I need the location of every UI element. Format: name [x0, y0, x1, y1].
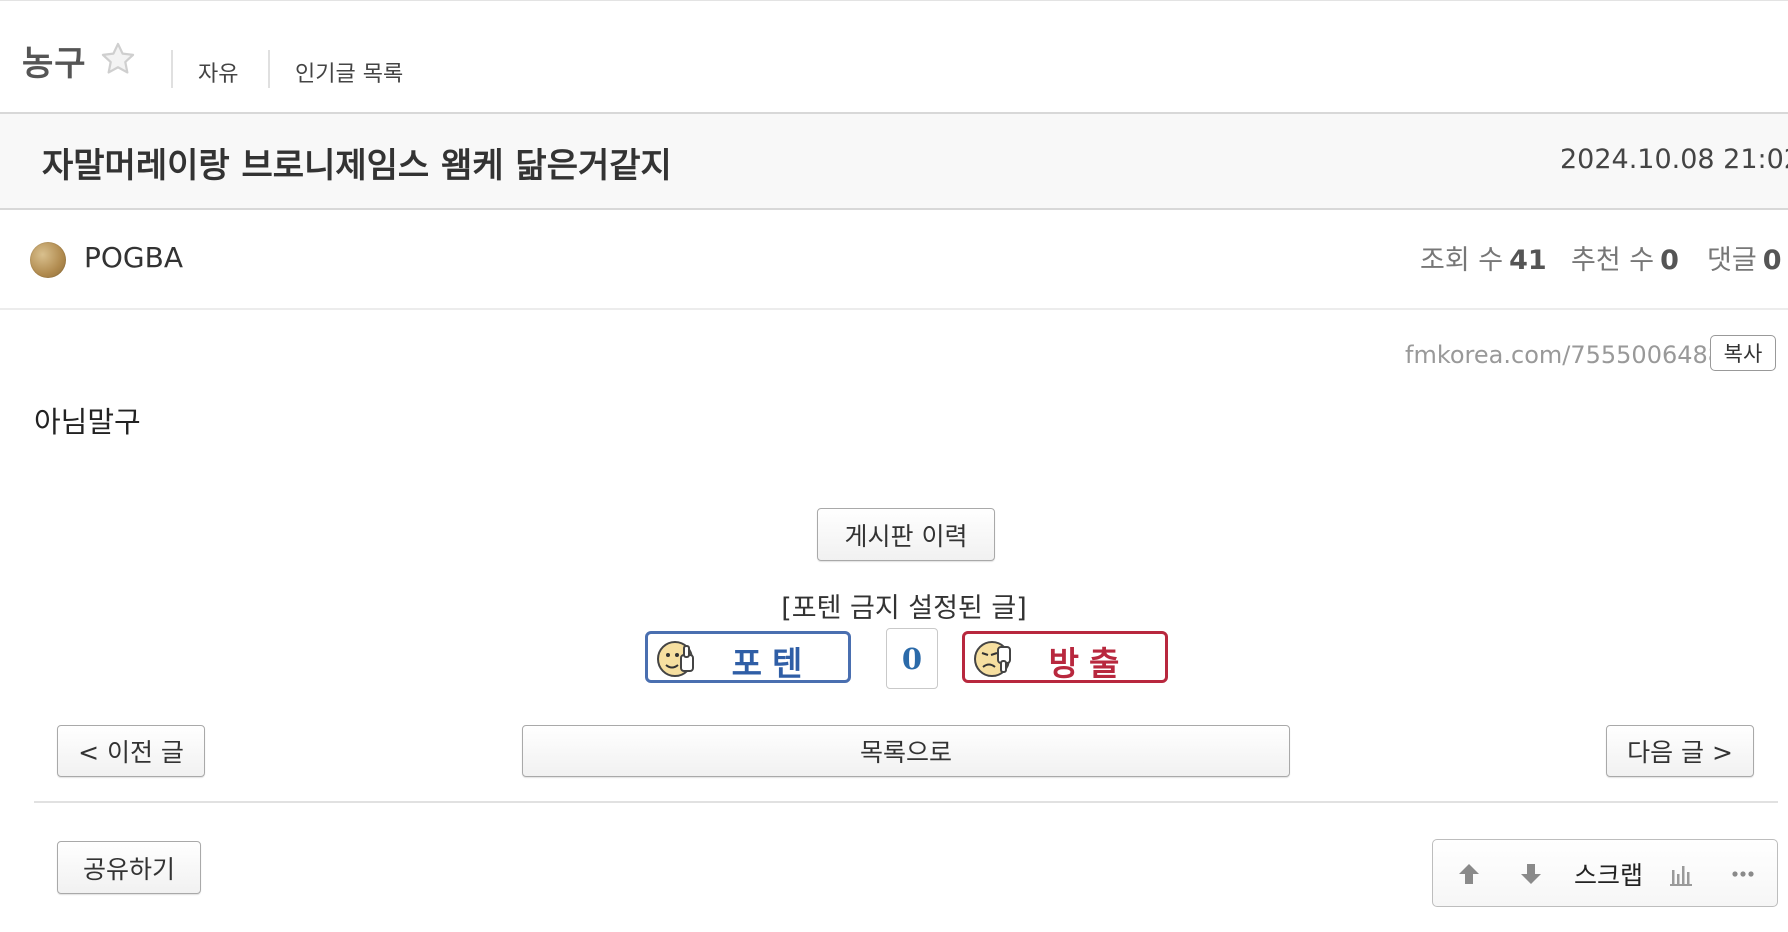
share-button[interactable]: 공유하기: [57, 841, 201, 894]
star-outline-icon[interactable]: [99, 40, 137, 78]
arrow-up-icon[interactable]: [1455, 860, 1483, 888]
prev-post-button[interactable]: < 이전 글: [57, 725, 205, 777]
divider: [34, 801, 1778, 803]
post-content: 아님말구: [34, 405, 141, 439]
post-url[interactable]: fmkorea.com/7555006488: [1405, 341, 1723, 369]
post-title: 자말머레이랑 브로니제임스 왬케 닮은거같지: [42, 146, 672, 186]
avatar[interactable]: [30, 242, 66, 278]
potenban-notice: [포텐 금지 설정된 글]: [781, 593, 1027, 624]
board-history-button[interactable]: 게시판 이력: [817, 508, 995, 561]
comment-count: 댓글 0: [1707, 238, 1781, 277]
bar-chart-icon[interactable]: [1667, 860, 1695, 888]
list-button[interactable]: 목록으로: [522, 725, 1290, 777]
recommend-count: 추천 수0: [1571, 238, 1679, 277]
scrap-button[interactable]: 스크랩: [1574, 856, 1643, 892]
downvote-button[interactable]: 방출: [962, 631, 1168, 683]
author-name[interactable]: POGBA: [84, 241, 183, 274]
post-tools: 스크랩: [1432, 839, 1778, 907]
more-dots-icon[interactable]: [1729, 860, 1757, 888]
board-link-free[interactable]: 자유: [198, 56, 238, 88]
arrow-down-icon[interactable]: [1517, 860, 1545, 888]
upvote-label: 포텐: [731, 644, 813, 683]
recommend-count-label: 추천 수: [1571, 245, 1655, 276]
copy-button[interactable]: 복사: [1710, 335, 1776, 371]
view-count-label: 조회 수: [1420, 245, 1504, 276]
thumbs-up-face-icon: [657, 641, 694, 677]
vote-count: 0: [886, 628, 938, 689]
board-link-popular[interactable]: 인기글 목록: [295, 56, 403, 88]
view-count: 조회 수 41: [1420, 238, 1547, 277]
downvote-label: 방출: [1048, 644, 1130, 683]
post-date: 2024.10.08 21:02: [1560, 144, 1788, 175]
recommend-count-value: 0: [1660, 245, 1679, 276]
thumbs-down-face-icon: [974, 641, 1011, 677]
board-title[interactable]: 농구: [22, 36, 87, 85]
view-count-value: 41: [1509, 245, 1547, 276]
divider: [268, 50, 270, 88]
comment-count-value: 0: [1762, 245, 1782, 276]
comment-count-label: 댓글: [1707, 245, 1757, 276]
next-post-button[interactable]: 다음 글 >: [1606, 725, 1754, 777]
divider: [171, 50, 173, 88]
upvote-button[interactable]: 포텐: [645, 631, 851, 683]
